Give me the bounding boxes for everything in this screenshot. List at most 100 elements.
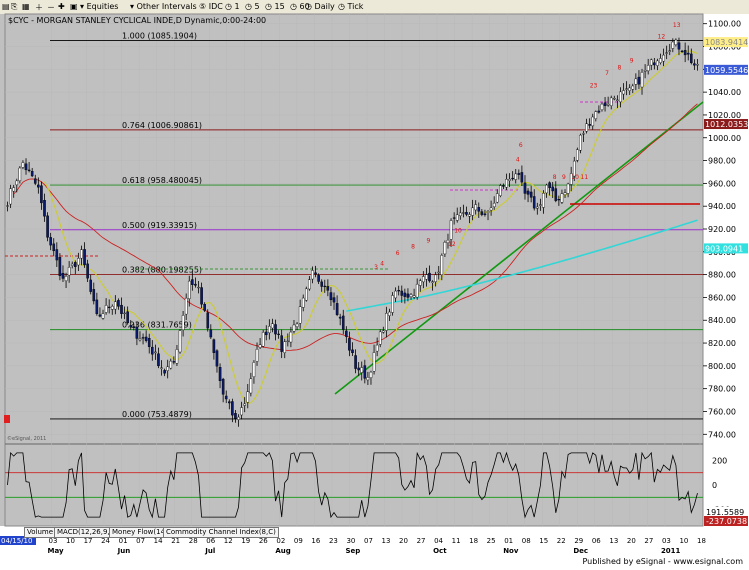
price-tick-label: 1020.00: [708, 111, 741, 120]
candle-down: [532, 196, 536, 209]
setup-count-label: 10: [454, 227, 462, 234]
candle-up: [252, 362, 256, 377]
candle-down: [73, 262, 77, 267]
candle-down: [323, 285, 327, 288]
time-tick-label: 25: [487, 537, 496, 545]
candle-up: [360, 367, 364, 373]
candle-down: [231, 401, 234, 416]
price-tick-label: 800.00: [708, 362, 736, 371]
candle-down: [40, 185, 43, 204]
price-tick-label: 920.00: [708, 225, 736, 234]
time-tick-label: 26: [259, 537, 268, 545]
candle-up: [286, 340, 290, 343]
candle-up: [625, 88, 628, 90]
candle-down: [345, 330, 348, 337]
candle-up: [197, 286, 200, 289]
time-tick-label: 14: [154, 537, 163, 545]
candle-up: [366, 377, 370, 381]
month-label: Oct: [433, 547, 447, 555]
published-by-text: Published by eSignal - www.esignal.com: [582, 557, 743, 566]
time-tick-label: 23: [329, 537, 338, 545]
candle-down: [212, 339, 216, 353]
candle-down: [194, 283, 197, 286]
candle-down: [52, 243, 56, 252]
candle-down: [554, 188, 558, 201]
time-tick-label: 29: [574, 537, 583, 545]
candle-up: [563, 192, 567, 195]
candle-down: [206, 312, 210, 329]
candle-up: [656, 60, 659, 66]
time-tick-label: 01: [504, 537, 513, 545]
candle-up: [311, 270, 314, 280]
candle-down: [135, 326, 139, 339]
price-label-text: 1083.9414: [705, 38, 748, 47]
price-tick-label: 940.00: [708, 202, 736, 211]
setup-count-label: 8: [553, 174, 557, 181]
price-tick-label: 1000.00: [708, 134, 741, 143]
time-tick-label: 10: [66, 537, 75, 545]
cci-tick-label: 0: [712, 481, 717, 490]
candle-up: [579, 134, 582, 151]
tab-money-flow[interactable]: Money Flow(14): [109, 527, 171, 538]
candle-down: [224, 395, 228, 400]
candle-down: [502, 185, 505, 187]
candle-down: [686, 52, 690, 55]
candle-down: [332, 297, 336, 303]
setup-count-label: 12: [658, 34, 666, 41]
candle-up: [616, 99, 619, 101]
start-date-label: 04/15/10: [1, 537, 32, 545]
candle-up: [499, 185, 502, 196]
candle-up: [471, 207, 474, 216]
candle-up: [184, 297, 188, 315]
time-tick-label: 22: [557, 537, 566, 545]
candle-up: [175, 349, 179, 364]
candle-up: [394, 290, 397, 299]
candle-up: [166, 366, 170, 371]
candle-up: [662, 54, 665, 62]
candle-down: [603, 102, 607, 106]
month-label: Nov: [503, 547, 519, 555]
candle-up: [486, 211, 490, 213]
price-chart[interactable]: 1.000 (1085.1904) 0.764 (1006.90861) 0.618…: [0, 0, 749, 556]
candle-down: [400, 290, 404, 296]
candle-up: [591, 116, 595, 127]
setup-count-label: 10: [571, 174, 579, 181]
time-tick-label: 15: [539, 537, 548, 545]
time-tick-label: 24: [101, 537, 110, 545]
time-tick-label: 04: [434, 537, 443, 545]
candle-up: [378, 331, 382, 345]
candle-up: [249, 378, 253, 394]
time-tick-label: 13: [609, 537, 618, 545]
candle-up: [609, 97, 613, 106]
candle-down: [520, 172, 524, 183]
candle-down: [317, 275, 320, 282]
candle-down: [98, 314, 102, 317]
cci-last-value: 191.5589: [706, 508, 744, 517]
candle-up: [696, 64, 699, 66]
candle-up: [649, 59, 653, 66]
candle-up: [9, 188, 12, 205]
red-marker-icon[interactable]: [4, 415, 10, 423]
time-tick-label: 01: [119, 537, 128, 545]
candle-down: [477, 207, 481, 212]
candle-up: [305, 288, 308, 301]
candle-down: [348, 338, 351, 351]
candle-down: [480, 211, 484, 215]
candle-up: [301, 297, 305, 308]
candle-up: [308, 279, 311, 290]
setup-count-label: 13: [673, 22, 681, 29]
tab-cci[interactable]: Commodity Channel Index(8,C): [163, 527, 279, 538]
tab-volume[interactable]: Volume: [24, 527, 57, 538]
candle-down: [49, 237, 52, 246]
candle-up: [628, 87, 631, 91]
candle-down: [46, 215, 49, 238]
candle-down: [523, 182, 527, 194]
candle-up: [409, 294, 413, 297]
candle-down: [147, 338, 151, 347]
candle-up: [668, 50, 672, 52]
time-tick-label: 07: [136, 537, 145, 545]
candle-down: [397, 290, 401, 292]
month-label: 2011: [661, 547, 681, 555]
candle-up: [492, 202, 496, 208]
candle-down: [274, 324, 277, 335]
